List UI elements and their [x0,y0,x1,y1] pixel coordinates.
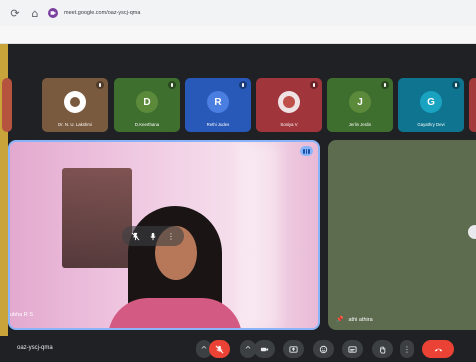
raise-hand-button[interactable] [372,340,393,358]
participant-tile[interactable]: Dr. N. U. Lakshmi [42,78,108,132]
participant-tile[interactable]: D D.Keerthana [114,78,180,132]
home-icon[interactable]: ⌂ [28,6,42,20]
address-bar[interactable]: meet.google.com/oaz-yscj-qma [64,10,140,16]
present-icon [289,345,298,353]
meeting-code: oaz-yscj-qma [17,345,53,351]
mic-off-icon [215,345,224,353]
participant-name: Rethi Judes [206,122,230,127]
main-video-tile[interactable]: ⋮ ubha R S [8,140,320,330]
muted-mic-icon [168,81,176,89]
speaking-indicator-icon [300,146,313,156]
participant-name: Gayathry Devi [417,122,445,127]
pin-icon: 📌 [336,316,344,323]
participant-photo [64,91,86,113]
mic-toggle-button[interactable] [209,340,230,358]
emoji-icon [319,345,328,353]
participant-tile[interactable]: Soniya V [256,78,322,132]
muted-mic-icon [381,81,389,89]
video-window-feature [62,168,132,268]
participant-name-label: 📌 athi athira [336,316,373,323]
reload-icon[interactable]: ⟳ [8,6,22,20]
meeting-control-bar: oaz-yscj-qma ^ ^ ⋮ [0,336,476,362]
participant-name: Dr. N. U. Lakshmi [58,122,92,127]
bookmarks-bar [0,26,476,44]
side-video-tile[interactable]: 📌 athi athira [328,140,476,330]
video-light-feature [240,142,280,328]
captions-icon [348,345,357,353]
participant-name: D.Keerthana [134,122,160,127]
participant-avatar: J [349,91,371,113]
participant-name: ubha R S [10,312,33,318]
muted-mic-icon [310,81,318,89]
leave-call-button[interactable] [422,340,454,358]
camera-icon [260,347,269,351]
hang-up-icon [434,348,442,351]
participant-tile[interactable]: J Jerlin Jeslin [327,78,393,132]
scroll-button[interactable] [468,225,476,239]
participant-name: athi athira [348,316,373,323]
meet-window: ⟳ ⌂ meet.google.com/oaz-yscj-qma Dr. N. … [0,0,476,362]
participant-body [108,298,242,328]
muted-mic-icon [239,81,247,89]
more-options-button[interactable]: ⋮ [400,340,414,358]
muted-mic-icon [452,81,460,89]
more-options-icon[interactable]: ⋮ [165,230,178,243]
site-info-icon[interactable] [48,8,58,18]
participant-avatar: R [207,91,229,113]
tile-hover-controls: ⋮ [122,226,184,246]
emoji-button[interactable] [313,340,334,358]
participant-photo [278,91,300,113]
participant-tile[interactable]: G Gayathry Devi [398,78,464,132]
participant-tile[interactable] [469,78,476,132]
captions-button[interactable] [342,340,363,358]
participant-name: Jerlin Jeslin [348,122,372,127]
participant-avatar: G [420,91,442,113]
present-screen-button[interactable] [283,340,304,358]
mic-icon[interactable] [147,230,160,243]
participant-tile[interactable]: R Rethi Judes [185,78,251,132]
participant-strip: Dr. N. U. Lakshmi D D.Keerthana R Rethi … [2,78,476,132]
browser-toolbar: ⟳ ⌂ meet.google.com/oaz-yscj-qma [0,0,476,26]
pin-off-icon[interactable] [129,230,142,243]
participant-tile[interactable] [2,78,12,132]
participant-name: Soniya V [280,122,298,127]
hand-icon [379,345,386,354]
participant-avatar: D [136,91,158,113]
camera-toggle-button[interactable] [254,340,275,358]
muted-mic-icon [96,81,104,89]
